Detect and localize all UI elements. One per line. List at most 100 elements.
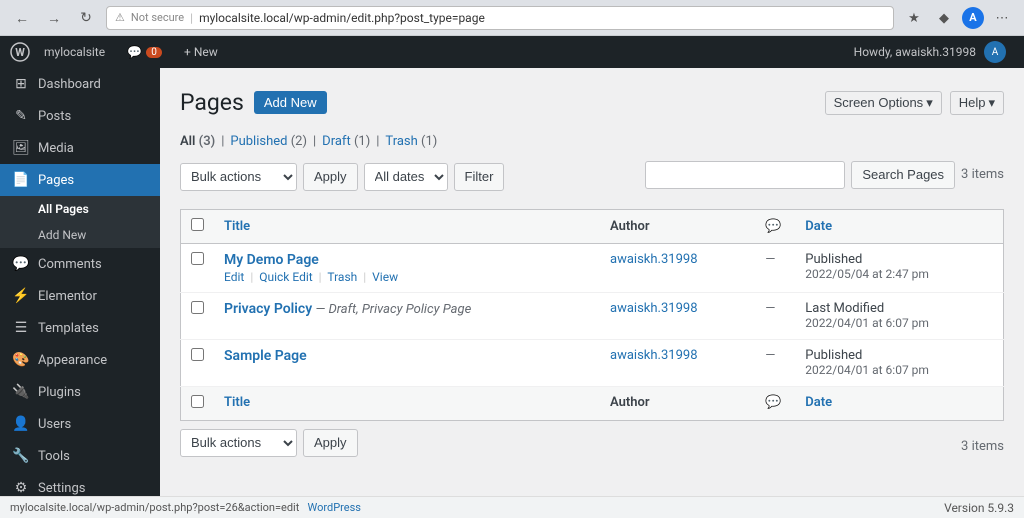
footer-comments-col: 💬 (755, 386, 795, 420)
row-checkbox[interactable] (191, 348, 204, 361)
row-checkbox[interactable] (191, 301, 204, 314)
date-status: Published (805, 348, 862, 363)
search-pages-button[interactable]: Search Pages (851, 161, 955, 189)
table-row: Sample Page awaiskh.31998 — Published 20… (181, 339, 1004, 386)
sidebar-item-label: Plugins (38, 385, 81, 400)
sidebar-item-tools[interactable]: 🔧 Tools (0, 440, 160, 472)
row-actions: Edit | Quick Edit | Trash | View (224, 270, 590, 284)
sidebar-item-users[interactable]: 👤 Users (0, 408, 160, 440)
sidebar-item-label: Media (38, 141, 74, 156)
comments-cell: — (755, 339, 795, 386)
forward-button[interactable]: → (42, 6, 66, 30)
row-checkbox-cell[interactable] (181, 339, 215, 386)
sidebar-item-appearance[interactable]: 🎨 Appearance (0, 344, 160, 376)
wp-logo[interactable]: W (10, 42, 30, 62)
filter-tab-draft[interactable]: Draft (1) (322, 134, 370, 149)
admin-bar-site[interactable]: mylocalsite (36, 36, 113, 68)
wp-admin-layout: ⊞ Dashboard ✎ Posts 🖼 Media 📄 Pages All … (0, 36, 1024, 496)
admin-bar-comments[interactable]: 💬 0 (119, 36, 170, 68)
filter-tab-all[interactable]: All (3) (180, 134, 215, 149)
date-cell: Last Modified 2022/04/01 at 6:07 pm (795, 292, 1003, 339)
author-link[interactable]: awaiskh.31998 (610, 252, 698, 267)
comment-dash: — (765, 301, 775, 316)
sidebar-item-comments[interactable]: 💬 Comments (0, 248, 160, 280)
sidebar-item-posts[interactable]: ✎ Posts (0, 100, 160, 132)
view-link[interactable]: View (372, 270, 398, 284)
wp-link[interactable]: WordPress (308, 501, 361, 514)
row-checkbox[interactable] (191, 252, 204, 265)
bookmarks-icon[interactable]: ★ (902, 6, 926, 30)
row-checkbox-cell[interactable] (181, 243, 215, 292)
sidebar-item-label: Posts (38, 109, 71, 124)
add-new-button[interactable]: Add New (254, 91, 327, 114)
admin-bar-howdy[interactable]: Howdy, awaiskh.31998 A (846, 36, 1014, 68)
bulk-actions-select-top[interactable]: Bulk actions Move to Trash (180, 163, 297, 191)
apply-button-top[interactable]: Apply (303, 163, 358, 191)
bulk-actions-select-bottom[interactable]: Bulk actions Move to Trash (180, 429, 297, 457)
dates-select[interactable]: All dates (364, 163, 448, 191)
templates-icon: ☰ (12, 320, 30, 336)
comments-icon: 💬 (12, 256, 30, 272)
search-input[interactable] (645, 161, 845, 189)
browser-user-avatar[interactable]: A (962, 7, 984, 29)
footer-select-all[interactable] (191, 395, 204, 408)
date-value: 2022/04/01 at 6:07 pm (805, 363, 929, 377)
footer-checkbox-col[interactable] (181, 386, 215, 420)
sidebar: ⊞ Dashboard ✎ Posts 🖼 Media 📄 Pages All … (0, 36, 160, 496)
sidebar-item-media[interactable]: 🖼 Media (0, 132, 160, 164)
sidebar-item-pages[interactable]: 📄 Pages (0, 164, 160, 196)
not-secure-label: Not secure (131, 11, 184, 24)
author-column-header: Author (600, 209, 755, 243)
sidebar-item-settings[interactable]: ⚙ Settings (0, 472, 160, 496)
title-column-header[interactable]: Title (214, 209, 600, 243)
sidebar-item-plugins[interactable]: 🔌 Plugins (0, 376, 160, 408)
footer-date-col[interactable]: Date (795, 386, 1003, 420)
date-column-header[interactable]: Date (795, 209, 1003, 243)
filter-tab-published[interactable]: Published (2) (230, 134, 307, 149)
url-separator: | (190, 11, 193, 25)
author-link[interactable]: awaiskh.31998 (610, 348, 698, 363)
author-link[interactable]: awaiskh.31998 (610, 301, 698, 316)
date-cell: Published 2022/05/04 at 2:47 pm (795, 243, 1003, 292)
help-button[interactable]: Help ▾ (950, 91, 1004, 115)
sidebar-submenu-all-pages[interactable]: All Pages (0, 196, 160, 222)
filter-button[interactable]: Filter (454, 163, 505, 191)
sidebar-item-elementor[interactable]: ⚡ Elementor (0, 280, 160, 312)
apply-button-bottom[interactable]: Apply (303, 429, 358, 457)
comments-cell: — (755, 292, 795, 339)
select-all-checkbox-header[interactable] (181, 209, 215, 243)
select-all-checkbox[interactable] (191, 218, 204, 231)
screen-options-button[interactable]: Screen Options ▾ (825, 91, 942, 115)
items-count-bottom: 3 items (961, 439, 1004, 454)
footer-title-col[interactable]: Title (214, 386, 600, 420)
admin-bar-new[interactable]: + New (176, 36, 226, 68)
appearance-icon: 🎨 (12, 352, 30, 368)
author-cell: awaiskh.31998 (600, 243, 755, 292)
row-checkbox-cell[interactable] (181, 292, 215, 339)
sidebar-item-dashboard[interactable]: ⊞ Dashboard (0, 68, 160, 100)
filter-tab-trash[interactable]: Trash (1) (385, 134, 437, 149)
edit-link[interactable]: Edit (224, 270, 244, 284)
bottom-toolbar: Bulk actions Move to Trash Apply (180, 429, 358, 457)
sidebar-item-label: Pages (38, 173, 74, 188)
trash-link[interactable]: Trash (327, 270, 357, 284)
address-bar[interactable]: ⚠ Not secure | mylocalsite.local/wp-admi… (106, 6, 894, 30)
row-title-link[interactable]: My Demo Page (224, 252, 319, 268)
reload-button[interactable]: ↻ (74, 6, 98, 30)
extensions-icon[interactable]: ◆ (932, 6, 956, 30)
main-inner: Pages Add New Screen Options ▾ Help ▾ Al… (160, 68, 1024, 485)
sidebar-item-label: Users (38, 417, 71, 432)
more-icon[interactable]: ⋯ (990, 6, 1014, 30)
row-title-link[interactable]: Privacy Policy (224, 301, 312, 317)
quick-edit-link[interactable]: Quick Edit (259, 270, 312, 284)
footer-author-col: Author (600, 386, 755, 420)
users-icon: 👤 (12, 416, 30, 432)
dashboard-icon: ⊞ (12, 76, 30, 92)
browser-right-icons: ★ ◆ A ⋯ (902, 6, 1014, 30)
sidebar-submenu-add-new[interactable]: Add New (0, 222, 160, 248)
page-title: Pages (180, 88, 244, 118)
back-button[interactable]: ← (10, 6, 34, 30)
page-header: Pages Add New Screen Options ▾ Help ▾ (180, 88, 1004, 118)
row-title-link[interactable]: Sample Page (224, 348, 307, 364)
sidebar-item-templates[interactable]: ☰ Templates (0, 312, 160, 344)
